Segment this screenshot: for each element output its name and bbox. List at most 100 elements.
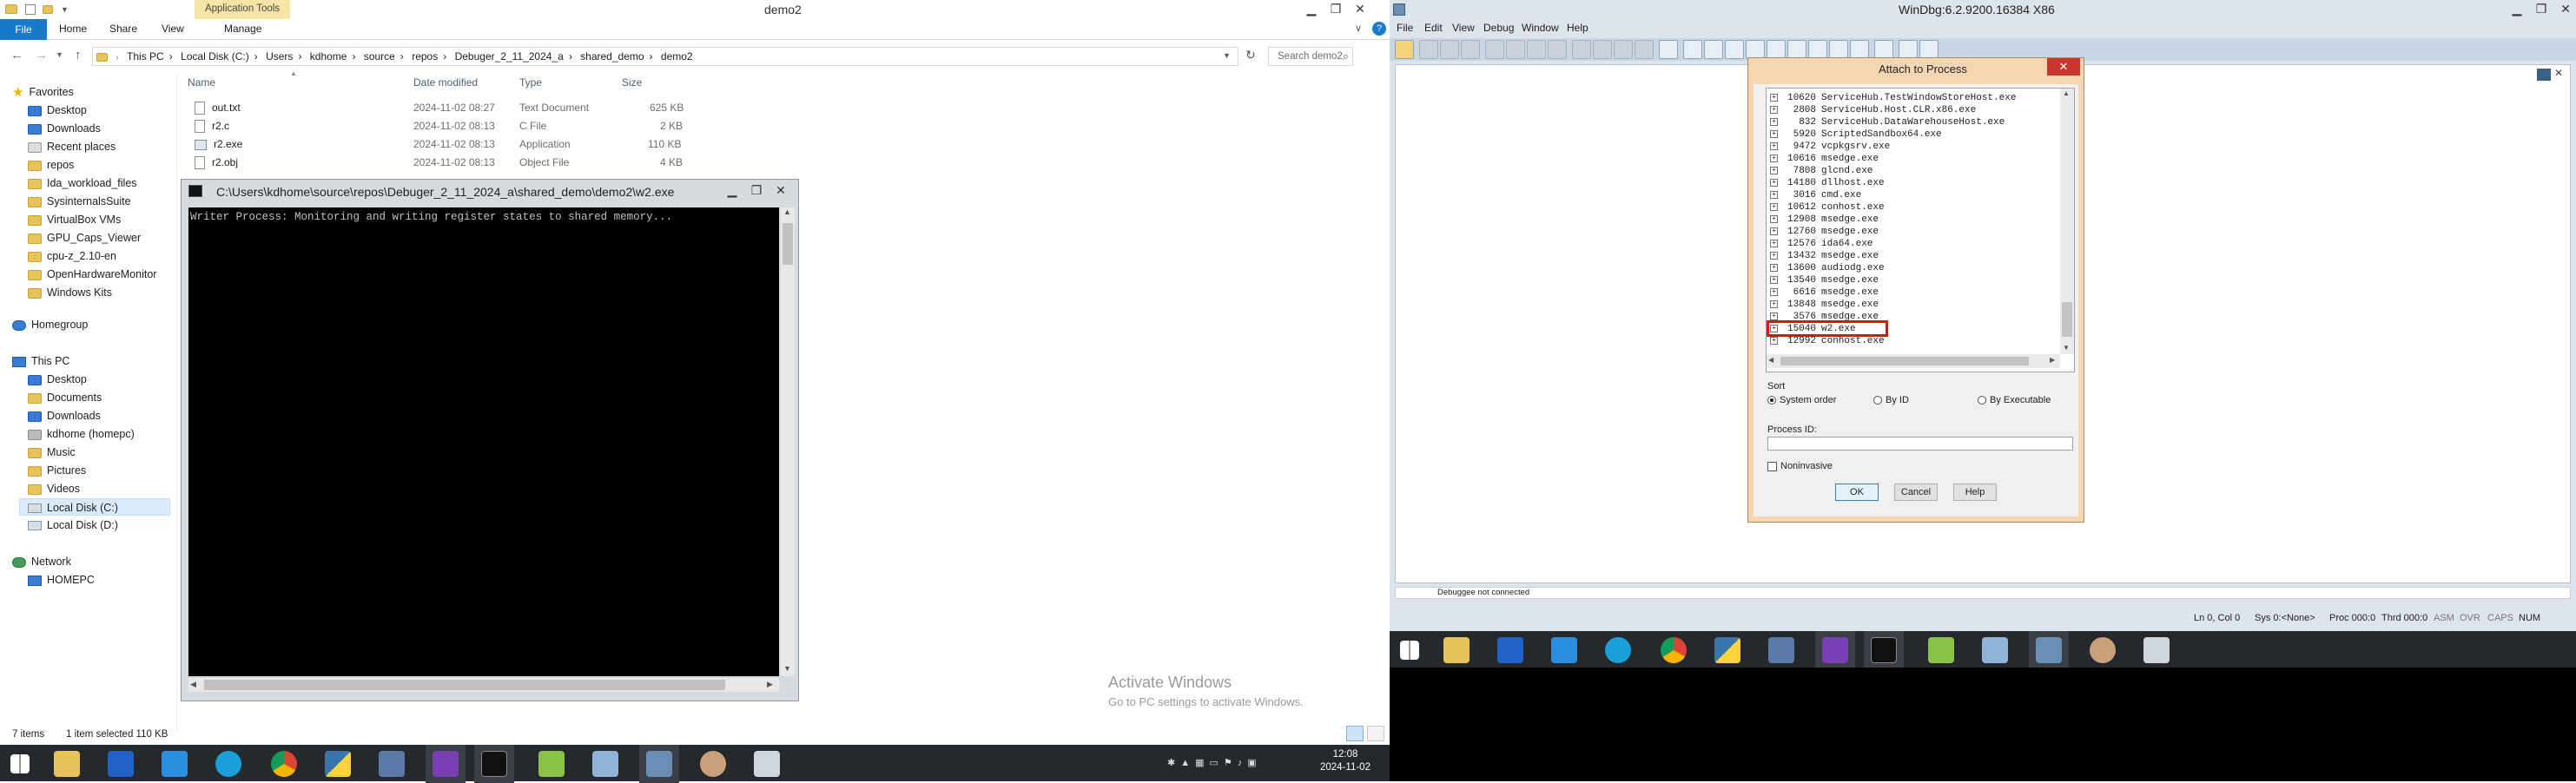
nav-pc-kdhome[interactable]: kdhome (homepc) <box>28 425 135 443</box>
options-icon[interactable] <box>1919 40 1939 59</box>
disassembly-icon[interactable] <box>1808 40 1827 59</box>
expand-plus-icon[interactable]: + <box>1770 275 1778 284</box>
breadcrumb-users[interactable]: Users <box>266 50 293 63</box>
process-row[interactable]: +12576 ida64.exe <box>1770 238 1873 250</box>
console-window[interactable]: C:\Users\kdhome\source\repos\Debuger_2_1… <box>181 179 799 701</box>
minimize-button[interactable]: ▁ <box>720 181 744 201</box>
close-button[interactable]: ✕ <box>1348 0 1372 19</box>
menu-window[interactable]: Window <box>1522 22 1559 34</box>
console-horizontal-scrollbar[interactable]: ◀ ▶ <box>188 678 779 692</box>
search-input[interactable]: Search demo2 ⌕ <box>1268 47 1353 66</box>
expand-plus-icon[interactable]: + <box>1770 227 1778 235</box>
help-icon[interactable]: ? <box>1372 22 1386 36</box>
system-tray[interactable]: ✱▲▦▭⚑♪▣ <box>1167 757 1289 771</box>
address-bar[interactable]: › This PC › Local Disk (C:) › Users › kdhom… <box>92 47 1238 66</box>
sort-by-id-radio[interactable]: By ID <box>1873 395 1909 405</box>
keyboard-icon[interactable]: ▭ <box>1210 758 1224 768</box>
console-vertical-scrollbar[interactable]: ▲ ▼ <box>781 207 795 676</box>
table-row[interactable]: out.txt 2024-11-02 08:27 Text Document 6… <box>186 99 707 116</box>
tray-arrow-icon[interactable]: ▲ <box>1180 758 1195 768</box>
scroll-thumb[interactable] <box>2062 302 2072 337</box>
ribbon-expand-icon[interactable]: ∨ <box>1355 23 1362 34</box>
windbg-icon[interactable] <box>2029 631 2069 669</box>
breadcrumb-shared-demo[interactable]: shared_demo <box>580 50 644 63</box>
call-stack-icon[interactable] <box>1787 40 1807 59</box>
search-magnifier-icon[interactable] <box>155 745 195 783</box>
scroll-thumb[interactable] <box>204 680 725 690</box>
character-app-icon[interactable] <box>2083 631 2123 669</box>
search-magnifier-icon[interactable] <box>1544 631 1584 669</box>
process-row[interactable]: +12760 msedge.exe <box>1770 226 1879 238</box>
nav-repos[interactable]: repos <box>28 156 74 174</box>
nav-homegroup[interactable]: Homegroup <box>12 316 88 333</box>
large-icons-view-icon[interactable] <box>1367 726 1384 741</box>
nav-pc-downloads[interactable]: Downloads <box>28 407 101 424</box>
breadcrumb-source[interactable]: source <box>364 50 395 63</box>
process-row[interactable]: +10612 conhost.exe <box>1770 201 1885 214</box>
nav-windows-kits[interactable]: Windows Kits <box>28 284 112 301</box>
minimize-button[interactable]: ▁ <box>2505 0 2529 19</box>
scratch-pad-icon[interactable] <box>1829 40 1848 59</box>
tab-share[interactable]: Share <box>109 23 137 35</box>
breadcrumb-demo2[interactable]: demo2 <box>661 50 693 63</box>
chrome-icon[interactable] <box>1654 631 1694 669</box>
nav-downloads[interactable]: Downloads <box>28 120 101 137</box>
console-output-area[interactable]: Writer Process: Monitoring and writing r… <box>188 207 779 676</box>
nav-ida-workload[interactable]: Ida_workload_files <box>28 174 137 192</box>
close-button[interactable]: ✕ <box>769 181 793 201</box>
docked-window-icon[interactable] <box>2537 69 2551 81</box>
minimize-button[interactable]: ▁ <box>1299 0 1324 19</box>
chevron-down-icon[interactable]: ▼ <box>61 5 69 14</box>
cmd-icon[interactable] <box>1864 631 1904 669</box>
start-button[interactable] <box>0 745 40 783</box>
process-row[interactable]: +13432 msedge.exe <box>1770 250 1879 262</box>
menu-debug[interactable]: Debug <box>1483 22 1514 34</box>
expand-plus-icon[interactable]: + <box>1770 202 1778 211</box>
nav-pc-music[interactable]: Music <box>28 444 76 461</box>
font-icon[interactable] <box>1899 40 1918 59</box>
quick-access-toolbar[interactable]: ▼ <box>5 3 101 16</box>
column-size[interactable]: Size <box>622 76 642 89</box>
network-tool-icon[interactable] <box>372 745 412 783</box>
expand-plus-icon[interactable]: + <box>1770 141 1778 150</box>
expand-plus-icon[interactable]: + <box>1770 263 1778 272</box>
cmd-icon[interactable] <box>474 745 514 783</box>
notepadpp-icon[interactable] <box>532 745 571 783</box>
nav-gpu-caps[interactable]: GPU_Caps_Viewer <box>28 229 141 247</box>
locals-window-icon[interactable] <box>1725 40 1744 59</box>
noninvasive-checkbox[interactable]: Noninvasive <box>1767 461 1833 471</box>
attach-to-process-dialog[interactable]: Attach to Process ✕ +10620 ServiceHub.Tes… <box>1747 57 2084 523</box>
expand-plus-icon[interactable]: + <box>1770 93 1778 102</box>
expand-plus-icon[interactable]: + <box>1770 336 1778 345</box>
nav-pc-local-disk-d[interactable]: Local Disk (D:) <box>28 517 118 534</box>
process-list[interactable]: +10620 ServiceHub.TestWindowStoreHost.exe… <box>1766 88 2075 372</box>
expand-plus-icon[interactable]: + <box>1770 105 1778 114</box>
up-arrow-icon[interactable]: ↑ <box>75 48 82 63</box>
tab-manage[interactable]: Manage <box>224 23 261 35</box>
source-mode-icon[interactable] <box>1874 40 1893 59</box>
expand-plus-icon[interactable]: + <box>1770 299 1778 308</box>
column-name[interactable]: Name <box>188 76 215 89</box>
nav-openhardwaremonitor[interactable]: OpenHardwareMonitor <box>28 266 156 283</box>
close-button[interactable]: ✕ <box>2553 0 2576 19</box>
process-row[interactable]: +10620 ServiceHub.TestWindowStoreHost.exe <box>1770 92 2016 104</box>
scroll-down-icon[interactable]: ▼ <box>783 664 791 673</box>
bluetooth-icon[interactable]: ✱ <box>1167 758 1180 768</box>
expand-plus-icon[interactable]: + <box>1770 129 1778 138</box>
nav-homepc[interactable]: HOMEPC <box>28 571 95 589</box>
expand-plus-icon[interactable]: + <box>1770 312 1778 320</box>
process-row[interactable]: +13600 audiodg.exe <box>1770 262 1885 274</box>
table-row[interactable]: r2.exe 2024-11-02 08:13 Application 110 … <box>186 135 707 153</box>
restore-button[interactable]: ❐ <box>744 181 769 201</box>
table-row[interactable]: r2.obj 2024-11-02 08:13 Object File 4 KB <box>186 154 707 171</box>
expand-plus-icon[interactable]: + <box>1770 166 1778 174</box>
windbg-icon[interactable] <box>639 745 679 783</box>
nav-recent-places[interactable]: Recent places <box>28 138 116 155</box>
nav-pc-local-disk-c[interactable]: Local Disk (C:) <box>19 498 170 516</box>
app-blue-icon[interactable] <box>101 745 141 783</box>
column-date[interactable]: Date modified <box>413 76 478 89</box>
nav-pc-pictures[interactable]: Pictures <box>28 462 86 479</box>
python-icon[interactable] <box>318 745 358 783</box>
file-explorer-icon[interactable] <box>1437 631 1476 669</box>
nav-pc-videos[interactable]: Videos <box>28 480 80 497</box>
